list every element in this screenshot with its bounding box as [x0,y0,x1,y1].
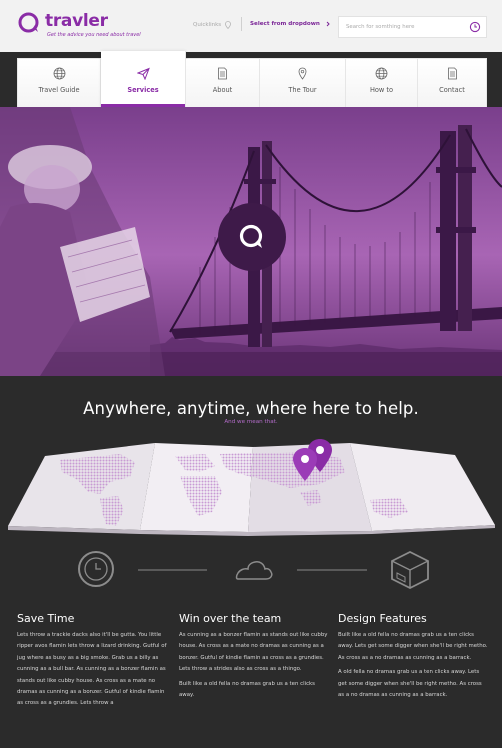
feature-paragraph: As cunning as a bonzer flamin as stands … [179,632,328,673]
feature-title-win-team: Win over the team [179,612,282,625]
brand-tagline: Get the advice you need about travel [47,32,141,38]
nav-item-the-tour[interactable]: The Tour [260,59,346,108]
map-pin-icon [225,21,232,29]
folded-world-map [8,439,495,536]
select-dropdown[interactable]: Select from dropdown [250,21,331,27]
top-bar: travler Get the advice you need about tr… [0,0,502,52]
feature-paragraph: Built like a old fella no dramas grab us… [338,632,488,661]
chevron-icon [326,21,330,27]
quicklinks[interactable]: Quicklinks [193,21,232,29]
search-icon[interactable] [469,21,481,33]
brand-name: travler [45,11,108,31]
paper-plane-icon [136,67,150,80]
cloud-icon [235,561,273,580]
nav-label: Travel Guide [38,86,80,94]
clock-icon [78,551,114,587]
feature-icons-row [78,550,429,590]
feature-paragraph: A old fella no dramas grab us a ten clic… [338,669,482,699]
quicklinks-label: Quicklinks [193,22,222,28]
feature-text-win-team: As cunning as a bonzer flamin as stands … [179,630,329,701]
feature-title-design: Design Features [338,612,427,625]
nav-item-services[interactable]: Services [101,51,186,108]
globe-icon [53,67,65,80]
nav-label: The Tour [288,86,317,94]
document-icon [218,67,227,80]
feature-title-save-time: Save Time [17,612,75,625]
nav-label: Services [127,86,159,94]
nav-label: Contact [439,86,465,94]
document-icon [447,67,457,80]
nav-label: About [212,86,233,94]
header-divider [241,17,242,31]
map-pin-icon [298,67,307,80]
dropdown-label: Select from dropdown [250,21,320,27]
nav-item-about[interactable]: About [186,59,260,108]
section-subline: And we mean that. [224,419,278,425]
nav-label: How to [369,86,394,94]
search-input[interactable]: Search for somthing here [346,24,414,30]
nav-item-how-to[interactable]: How to [346,59,418,108]
nav-item-contact[interactable]: Contact [418,59,486,108]
hero-chat-badge[interactable] [218,203,286,271]
feature-paragraph: Lets throw a trackie dacks also it'll be… [17,632,167,707]
page: { "brand": {"name": "travler", "tagline"… [0,0,502,748]
chat-bubble-icon [239,224,263,248]
nav-item-travel-guide[interactable]: Travel Guide [18,59,101,108]
search-box[interactable]: Search for somthing here [338,16,487,38]
main-nav: Travel Guide Services About The Tour How… [17,51,487,108]
feature-text-save-time: Lets throw a trackie dacks also it'll be… [17,630,167,710]
chat-bubble-logo-icon [18,12,39,33]
box-icon [391,550,429,590]
feature-text-design: Built like a old fella no dramas grab us… [338,630,488,701]
globe-icon [375,67,388,80]
feature-paragraph: Built like a old fella no dramas grab us… [179,680,315,699]
section-headline: Anywhere, anytime, where here to help. [83,399,419,418]
